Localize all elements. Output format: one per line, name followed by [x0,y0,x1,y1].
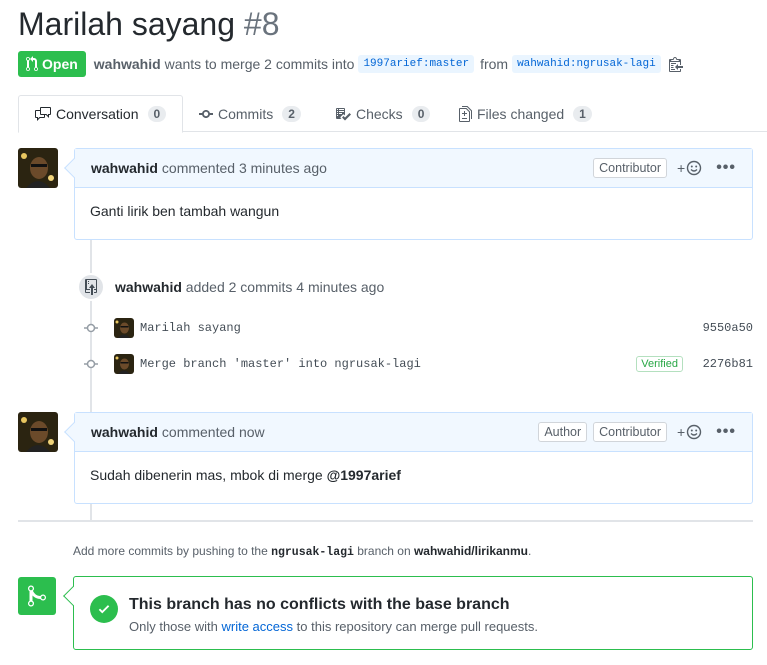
pr-number: #8 [243,6,280,42]
comment-card: wahwahid commented now Author Contributo… [64,412,753,504]
git-pull-request-icon [26,56,38,72]
tab-conversation[interactable]: Conversation 0 [18,95,184,133]
conversation-icon [35,107,51,121]
smiley-icon [686,424,702,440]
contributor-label: Contributor [593,158,667,178]
tab-commits[interactable]: Commits 2 [199,95,301,132]
tab-label: Commits [218,105,274,122]
write-access-link[interactable]: write access [222,619,294,634]
timeline-divider [18,520,753,522]
merge-sub-text: to this repository can merge pull reques… [293,619,538,634]
tab-label: Checks [356,105,403,122]
hint-text: . [528,544,532,558]
hint-branch: ngrusak-lagi [271,546,354,559]
check-icon [90,595,118,623]
add-reaction-button[interactable]: + [677,424,702,440]
contributor-label: Contributor [593,422,667,442]
list-item: Marilah sayang 9550a50 [84,317,753,339]
tab-label: Conversation [56,106,139,122]
repo-link[interactable]: wahwahid/lirikanmu [414,544,528,558]
tab-counter: 0 [147,106,167,122]
tab-counter: 2 [282,105,301,122]
avatar[interactable] [18,412,58,452]
repo-push-icon [77,273,105,301]
status-label: Open [42,56,78,72]
pr-title: Marilah sayang [18,6,235,42]
tab-files-changed[interactable]: Files changed 1 [459,95,592,132]
merge-status-title: This branch has no conflicts with the ba… [129,596,510,613]
smiley-icon [686,160,702,176]
commit-message-link[interactable]: Merge branch 'master' into ngrusak-lagi [140,357,421,371]
status-badge: Open [18,51,86,77]
pr-author-link[interactable]: wahwahid [94,56,161,72]
from-text: from [480,56,509,72]
commit-sha-link[interactable]: 2276b81 [703,357,753,371]
pr-tabs: Conversation 0 Commits 2 Checks 0 Files … [18,95,767,133]
tab-label: Files changed [477,105,565,122]
comment-body: Sudah dibenerin mas, mbok di merge @1997… [75,452,752,498]
pr-summary: wahwahid wants to merge 2 commits into [94,56,355,72]
merge-status-subtitle: Only those with write access to this rep… [129,619,538,634]
comment-body: Ganti lirik ben tambah wangun [90,203,280,219]
push-hint: Add more commits by pushing to the ngrus… [73,544,531,559]
page-title: Marilah sayang #8 [18,6,279,43]
pr-meta: Open wahwahid wants to merge 2 commits i… [18,51,683,77]
hint-text: Add more commits by pushing to the [73,544,272,558]
comment-body-text: Sudah dibenerin mas, mbok di merge [90,467,327,483]
avatar[interactable] [114,354,134,374]
head-branch-label[interactable]: wahwahid:ngrusak-lagi [512,55,661,73]
comment-timestamp[interactable]: commented 3 minutes ago [162,160,327,176]
verified-badge[interactable]: Verified [636,356,683,372]
more-options-button[interactable]: ••• [716,423,736,441]
pr-summary-text: wants to merge 2 commits into [164,56,355,72]
commit-message-link[interactable]: Marilah sayang [140,321,241,335]
tab-counter: 0 [411,105,431,122]
commits-event: wahwahid added 2 commits 4 minutes ago [115,279,384,295]
file-diff-icon [459,105,472,122]
plus-sign: + [677,160,686,176]
commit-icon [199,109,213,118]
avatar[interactable] [18,148,58,188]
event-author[interactable]: wahwahid [115,279,182,295]
timeline-line [90,503,92,520]
avatar[interactable] [114,318,134,338]
merge-status-box: This branch has no conflicts with the ba… [63,576,753,650]
merge-caret [63,586,83,606]
tab-counter: 1 [573,105,592,122]
comment-author[interactable]: wahwahid [91,424,158,440]
tab-checks[interactable]: Checks 0 [335,95,431,132]
event-text: added 2 commits 4 minutes ago [185,279,385,295]
git-merge-icon [18,577,56,615]
commit-sha-link[interactable]: 9550a50 [703,321,753,335]
add-reaction-button[interactable]: + [677,160,702,176]
checklist-icon [336,107,351,120]
clippy-icon [668,57,683,72]
commit-node-icon [84,321,98,335]
more-options-button[interactable]: ••• [716,159,736,177]
author-label: Author [538,422,588,442]
comment-author[interactable]: wahwahid [91,160,158,176]
commit-node-icon [84,357,98,371]
merge-sub-text: Only those with [129,619,222,634]
user-mention-link[interactable]: @1997arief [327,467,401,483]
plus-sign: + [677,424,686,440]
comment-header: wahwahid commented 3 minutes ago Contrib… [75,149,752,188]
copy-branch-button[interactable] [668,56,683,72]
list-item: Merge branch 'master' into ngrusak-lagi … [84,353,753,375]
hint-text: branch on [353,544,414,558]
comment-header: wahwahid commented now Author Contributo… [75,413,752,452]
base-branch-label[interactable]: 1997arief:master [358,55,475,73]
comment-card: wahwahid commented 3 minutes ago Contrib… [64,148,753,240]
comment-timestamp[interactable]: commented now [162,424,265,440]
